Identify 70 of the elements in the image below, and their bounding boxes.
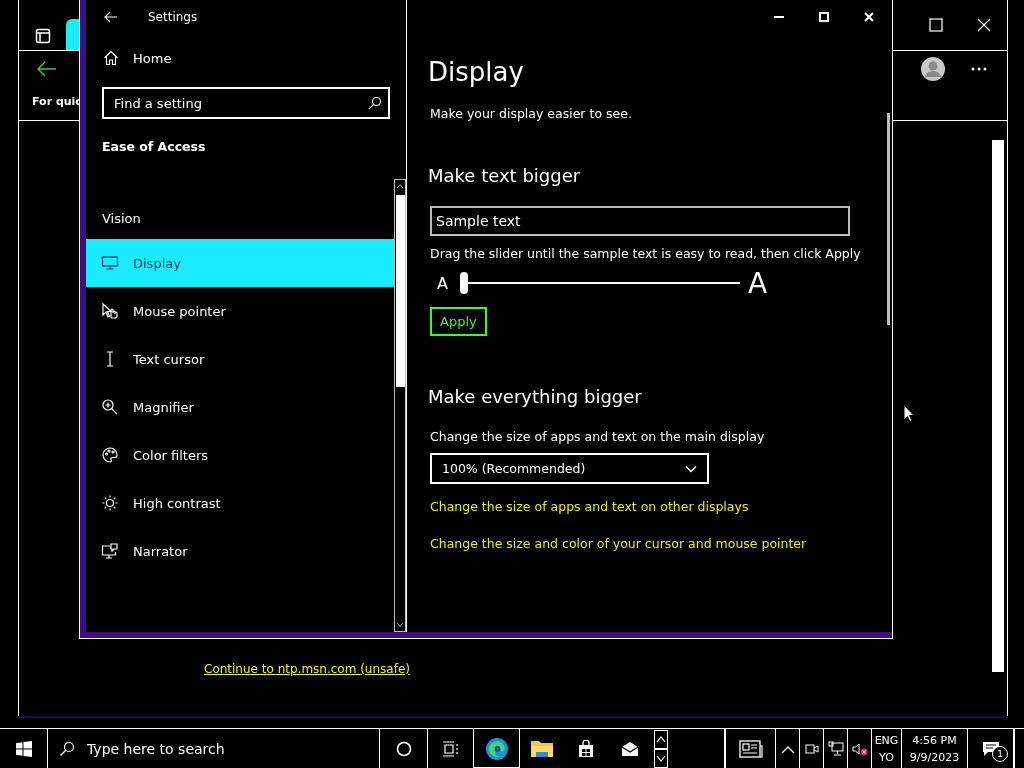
- scrollbar[interactable]: [887, 113, 890, 325]
- browser-tab[interactable]: [66, 19, 79, 51]
- sidebar-item[interactable]: Magnifier: [86, 383, 394, 431]
- back-arrow-icon[interactable]: [37, 61, 57, 77]
- browser-logo-icon: [484, 737, 509, 761]
- section-heading: Make text bigger: [428, 165, 582, 186]
- apply-button[interactable]: Apply: [430, 307, 487, 336]
- taskbar-search-field[interactable]: Type here to search: [87, 741, 379, 757]
- home-item[interactable]: Home: [103, 47, 406, 69]
- folder-icon: [530, 739, 554, 759]
- news-icon: [738, 740, 763, 758]
- language-button[interactable]: ENG YO: [872, 729, 902, 768]
- continue-link[interactable]: Continue to ntp.msn.com (unsafe): [204, 662, 410, 676]
- magnifier-icon: [101, 398, 119, 416]
- news-button[interactable]: [725, 729, 776, 768]
- settings-link[interactable]: Change the size and color of your cursor and mouse pointer: [430, 536, 807, 551]
- browser-taskbar-button[interactable]: [474, 729, 520, 768]
- sidebar-item[interactable]: Mouse pointer: [86, 287, 394, 335]
- scale-label: Change the size of apps and text on the main display: [430, 429, 766, 444]
- sun-icon: [101, 494, 119, 512]
- slider-thumb[interactable]: [459, 272, 468, 294]
- small-a-label: A: [437, 273, 448, 293]
- close-icon[interactable]: [864, 12, 874, 22]
- maximize-icon[interactable]: [929, 18, 943, 32]
- more-icon[interactable]: [971, 67, 987, 71]
- circle-icon: [395, 741, 412, 757]
- scale-dropdown[interactable]: 100% (Recommended): [430, 453, 709, 484]
- chevron-down-icon: [685, 464, 697, 473]
- clock-button[interactable]: 4:56 PM 9/9/2023: [902, 729, 968, 768]
- sidebar-item[interactable]: Narrator: [86, 527, 394, 575]
- tab-icon[interactable]: [35, 28, 51, 44]
- sidebar-item[interactable]: High contrast: [86, 479, 394, 527]
- group-label: Vision: [102, 211, 142, 226]
- section-heading: Make everything bigger: [428, 386, 643, 407]
- notification-count: 1: [992, 746, 1008, 762]
- task-view-icon: [441, 741, 460, 757]
- monitor-icon: [101, 254, 119, 272]
- maximize-icon[interactable]: [819, 12, 829, 22]
- search-icon: [59, 741, 75, 757]
- muted-speaker-icon: [851, 741, 868, 757]
- hand-pointer-icon: [101, 302, 119, 320]
- camera-icon: [804, 741, 819, 757]
- close-icon[interactable]: [977, 18, 991, 32]
- text-size-slider[interactable]: [459, 272, 740, 294]
- slider-hint: Drag the slider until the sample text is easy to read, then click Apply: [430, 246, 862, 261]
- shopping-bag-icon: [577, 740, 595, 758]
- palette-icon: [101, 446, 119, 464]
- sidebar-item[interactable]: Display: [86, 239, 394, 287]
- notifications-button[interactable]: 1: [968, 729, 1014, 768]
- window-title: Settings: [148, 10, 198, 24]
- home-icon: [103, 50, 119, 66]
- narrator-icon: [101, 542, 119, 560]
- settings-link[interactable]: Change the size of apps and text on other displays: [430, 499, 749, 514]
- sidebar-item[interactable]: Color filters: [86, 431, 394, 479]
- page-subtitle: Make your display easier to see.: [430, 106, 633, 121]
- page-title: Display: [428, 57, 525, 87]
- search-icon: [368, 96, 382, 110]
- avatar-icon[interactable]: [921, 57, 945, 81]
- network-icon: [827, 741, 844, 757]
- mouse-pointer-icon: [903, 404, 915, 423]
- windows-icon: [15, 741, 32, 757]
- scrollbar[interactable]: [394, 179, 406, 632]
- large-a-label: A: [747, 266, 768, 300]
- chevron-up-icon: [780, 744, 795, 754]
- category-title: Ease of Access: [102, 139, 207, 154]
- scroll-down-icon[interactable]: [396, 622, 404, 628]
- envelope-icon: [621, 741, 639, 757]
- scroll-up-icon[interactable]: [396, 183, 404, 189]
- sidebar-item[interactable]: Text cursor: [86, 335, 394, 383]
- search-field[interactable]: Find a setting: [102, 87, 390, 119]
